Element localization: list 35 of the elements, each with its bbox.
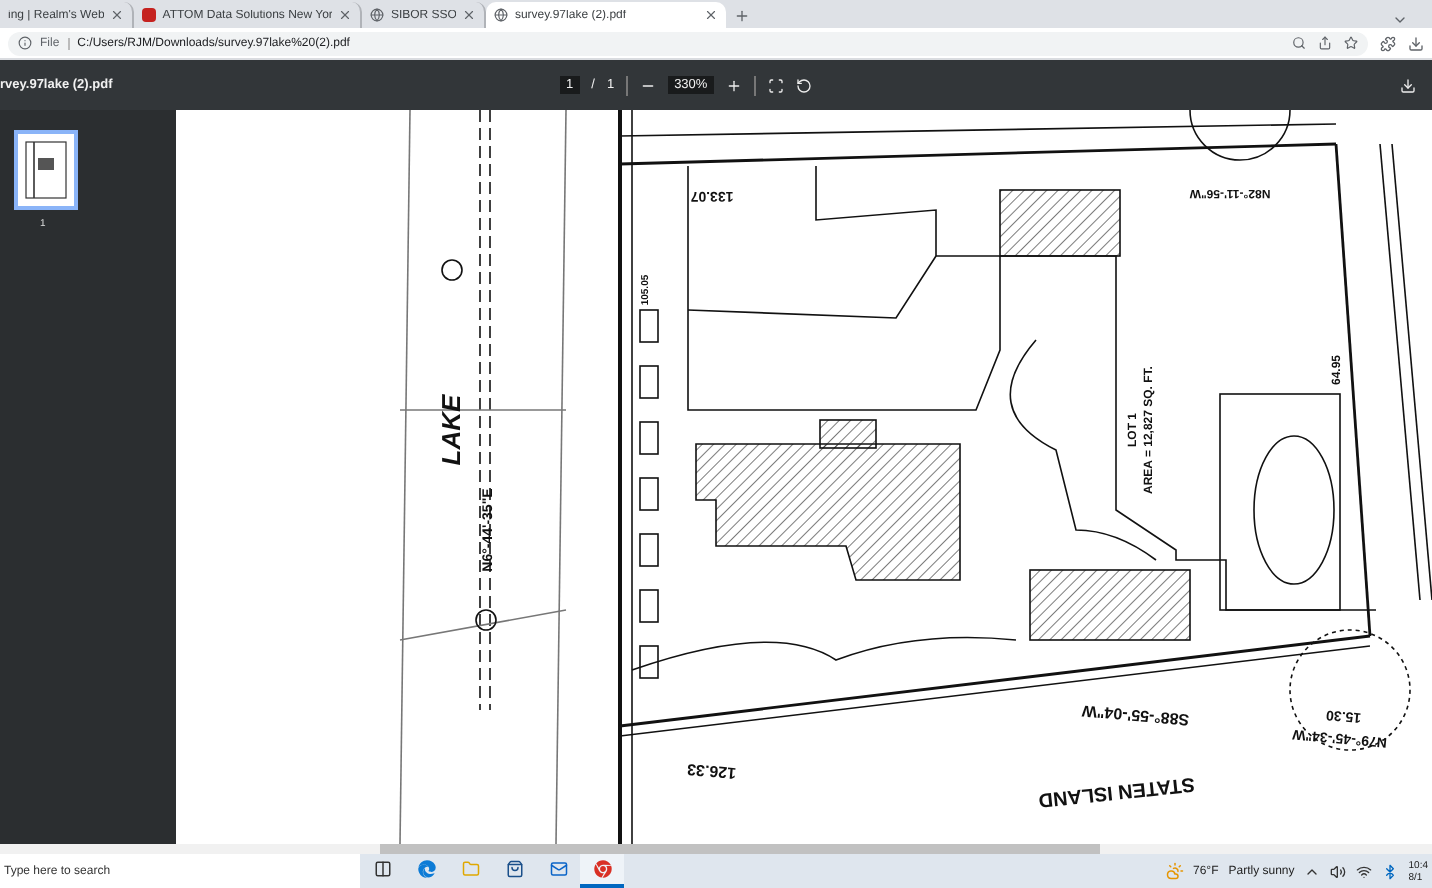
puzzle-icon[interactable]	[1380, 35, 1396, 51]
rotate-icon[interactable]	[795, 77, 812, 93]
page-thumbnail[interactable]	[14, 130, 78, 210]
site-icon	[142, 8, 157, 22]
globe-icon	[370, 8, 385, 22]
survey-label: STATEN ISLAND	[1037, 771, 1196, 811]
mail-icon[interactable]	[549, 860, 567, 878]
close-icon[interactable]	[462, 8, 477, 22]
download-icon[interactable]	[1400, 77, 1416, 93]
weather-icon	[1165, 862, 1183, 880]
taskbar-app-button[interactable]	[580, 854, 624, 888]
speaker-icon[interactable]	[1330, 863, 1347, 879]
star-icon[interactable]	[1344, 36, 1358, 50]
bluetooth-icon[interactable]	[1382, 863, 1399, 879]
store-icon[interactable]	[505, 860, 523, 878]
share-icon[interactable]	[1318, 36, 1332, 50]
survey-label: S88°-55'-04"W	[1081, 701, 1190, 729]
close-icon[interactable]	[338, 8, 353, 22]
zoom-in-icon[interactable]	[725, 77, 742, 93]
fit-page-icon[interactable]	[767, 77, 784, 93]
info-icon[interactable]	[18, 36, 32, 50]
download-icon[interactable]	[1408, 35, 1424, 51]
chevron-down-icon[interactable]	[1392, 12, 1408, 28]
close-icon[interactable]	[110, 8, 125, 22]
new-tab-icon[interactable]	[734, 7, 751, 23]
survey-label: 126.33	[686, 759, 737, 783]
globe-icon	[494, 8, 509, 22]
network-icon[interactable]	[1356, 863, 1373, 879]
edge-icon[interactable]	[417, 860, 435, 878]
survey-label: LAKE	[436, 394, 466, 466]
task-view-icon[interactable]	[373, 860, 391, 878]
close-icon[interactable]	[704, 8, 719, 22]
scrollbar-thumb[interactable]	[380, 844, 1100, 854]
chrome-icon[interactable]	[593, 860, 611, 878]
search-icon[interactable]	[1292, 36, 1306, 50]
